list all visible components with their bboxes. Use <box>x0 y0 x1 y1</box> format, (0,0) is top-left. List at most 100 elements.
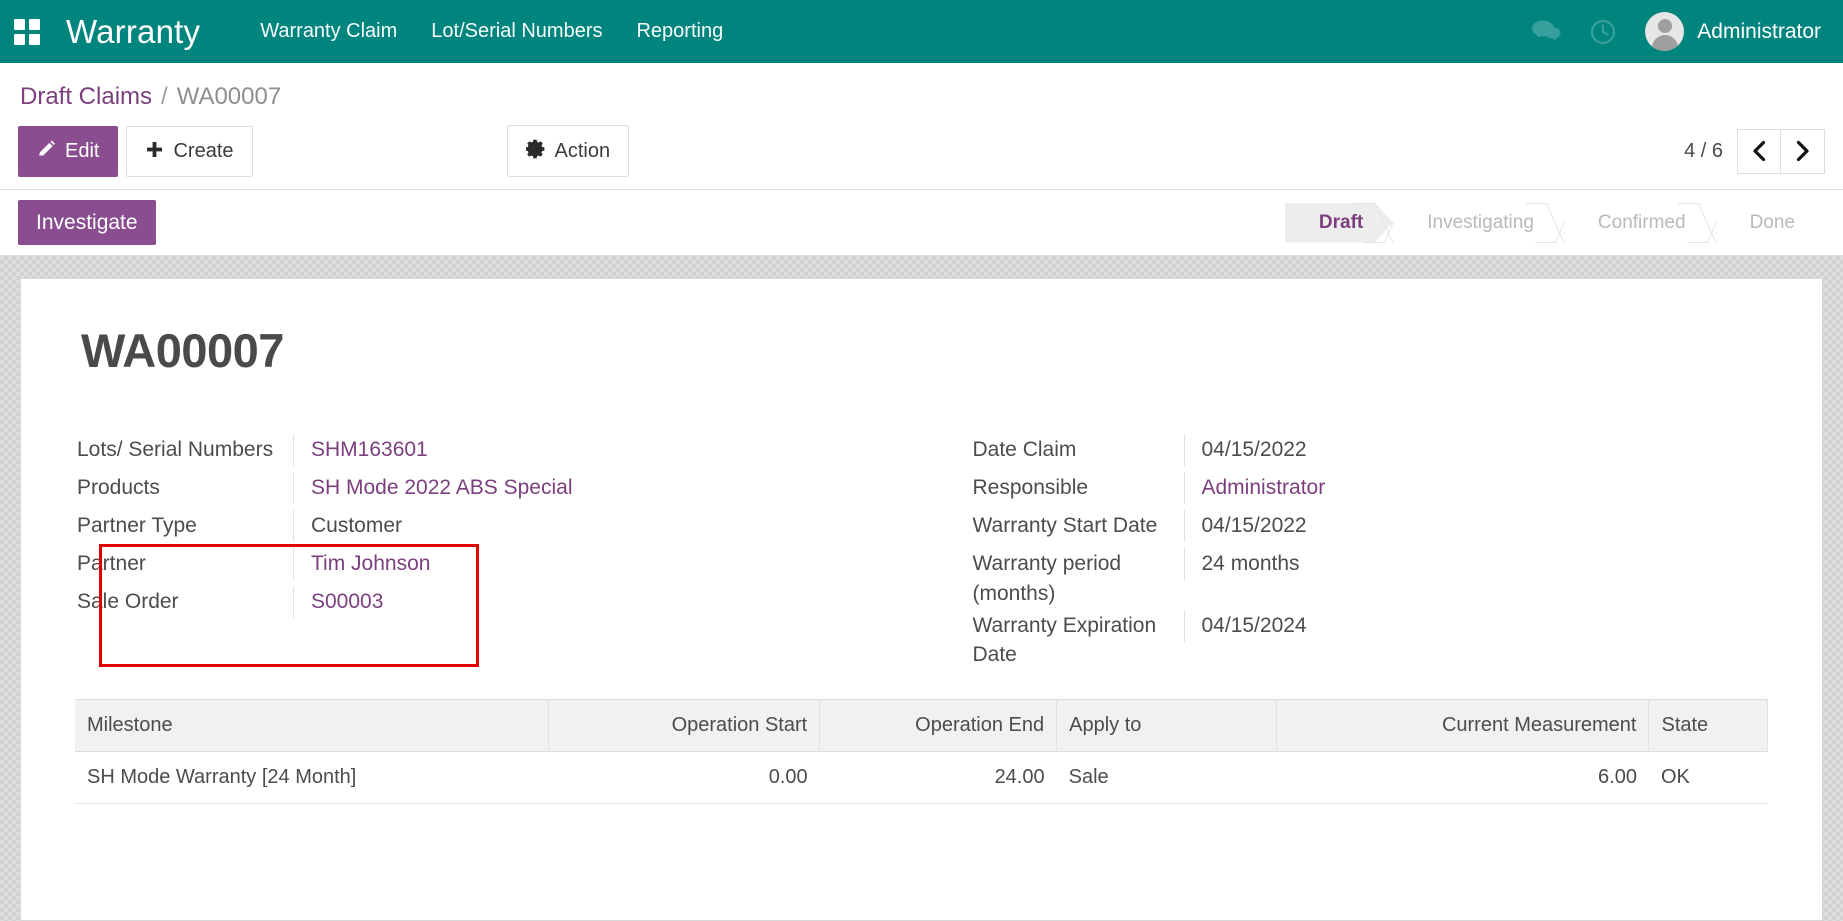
field-value-warranty-expiration-date: 04/15/2024 <box>1184 610 1761 642</box>
field-label-lots-serial-numbers: Lots/ Serial Numbers <box>63 434 293 466</box>
create-button[interactable]: Create <box>126 126 252 177</box>
responsible-link[interactable]: Administrator <box>1202 476 1326 499</box>
sale-order-link[interactable]: S00003 <box>311 590 383 613</box>
form-column-left: Lots/ Serial Numbers SHM163601 Products … <box>63 434 922 671</box>
status-pipeline: Draft Investigating Confirmed Done <box>1285 203 1825 243</box>
top-navbar: Warranty Warranty Claim Lot/Serial Numbe… <box>0 0 1843 63</box>
field-row-responsible: Responsible Administrator <box>959 472 1761 510</box>
breadcrumb: Draft Claims / WA00007 <box>0 63 1843 117</box>
clock-icon[interactable] <box>1589 18 1617 46</box>
field-value-date-claim: 04/15/2022 <box>1184 434 1761 466</box>
field-label-partner: Partner <box>63 548 293 580</box>
column-header-current-measurement[interactable]: Current Measurement <box>1277 700 1649 752</box>
field-value-responsible: Administrator <box>1184 472 1761 504</box>
breadcrumb-current: WA00007 <box>177 83 282 111</box>
field-row-warranty-expiration-date: Warranty Expiration Date 04/15/2024 <box>959 610 1761 672</box>
products-link[interactable]: SH Mode 2022 ABS Special <box>311 476 573 499</box>
field-value-products: SH Mode 2022 ABS Special <box>293 472 902 504</box>
status-bar: Investigate Draft Investigating Confirme… <box>0 189 1843 256</box>
user-name-label: Administrator <box>1697 20 1821 44</box>
navbar-right-group: Administrator <box>1531 12 1821 51</box>
column-header-state[interactable]: State <box>1649 700 1768 752</box>
menu-item-reporting[interactable]: Reporting <box>636 20 723 43</box>
lots-serial-numbers-link[interactable]: SHM163601 <box>311 438 428 461</box>
field-label-warranty-start-date: Warranty Start Date <box>959 510 1184 542</box>
status-stage-done[interactable]: Done <box>1716 203 1825 243</box>
column-header-milestone[interactable]: Milestone <box>75 700 549 752</box>
pager-counter: 4 / 6 <box>1684 140 1723 163</box>
menu-item-lot-serial-numbers[interactable]: Lot/Serial Numbers <box>431 20 602 43</box>
investigate-button[interactable]: Investigate <box>18 200 156 245</box>
field-row-partner: Partner Tim Johnson <box>63 548 902 586</box>
action-button[interactable]: Action <box>507 125 630 177</box>
apps-grid-icon[interactable] <box>14 19 40 45</box>
cell-current-measurement: 6.00 <box>1277 752 1649 804</box>
status-stage-done-label: Done <box>1750 212 1795 234</box>
status-stage-confirmed-label: Confirmed <box>1598 212 1686 234</box>
chevron-right-icon <box>1795 140 1811 162</box>
plus-icon <box>145 140 164 163</box>
form-view-background: WA00007 Lots/ Serial Numbers SHM163601 P… <box>0 256 1843 921</box>
field-row-sale-order: Sale Order S00003 <box>63 586 902 624</box>
avatar <box>1645 12 1684 51</box>
chevron-left-icon <box>1751 140 1767 162</box>
action-button-label: Action <box>555 141 611 161</box>
pager-previous-button[interactable] <box>1737 129 1781 174</box>
field-row-lots-serial-numbers: Lots/ Serial Numbers SHM163601 <box>63 434 902 472</box>
cell-state: OK <box>1649 752 1768 804</box>
app-brand-title[interactable]: Warranty <box>66 13 200 51</box>
table-header-row: Milestone Operation Start Operation End … <box>75 700 1768 752</box>
field-value-lots-serial-numbers: SHM163601 <box>293 434 902 466</box>
field-value-warranty-period: 24 months <box>1184 548 1761 580</box>
column-header-operation-end[interactable]: Operation End <box>820 700 1057 752</box>
field-row-date-claim: Date Claim 04/15/2022 <box>959 434 1761 472</box>
record-action-buttons: Edit Create <box>18 126 253 177</box>
form-sheet: WA00007 Lots/ Serial Numbers SHM163601 P… <box>20 278 1823 921</box>
table-row[interactable]: SH Mode Warranty [24 Month] 0.00 24.00 S… <box>75 752 1768 804</box>
edit-button-label: Edit <box>65 141 99 161</box>
field-row-products: Products SH Mode 2022 ABS Special <box>63 472 902 510</box>
field-label-products: Products <box>63 472 293 504</box>
field-row-partner-type: Partner Type Customer <box>63 510 902 548</box>
page-title: WA00007 <box>81 323 1780 378</box>
field-label-partner-type: Partner Type <box>63 510 293 542</box>
edit-button[interactable]: Edit <box>18 126 118 177</box>
warranty-lines-table-wrapper: Milestone Operation Start Operation End … <box>63 699 1780 804</box>
warranty-lines-table: Milestone Operation Start Operation End … <box>75 699 1768 804</box>
breadcrumb-separator: / <box>161 83 168 111</box>
status-stage-draft-label: Draft <box>1319 212 1363 234</box>
cell-operation-end: 24.00 <box>820 752 1057 804</box>
table-header: Milestone Operation Start Operation End … <box>75 700 1768 752</box>
control-panel-toolbar: Edit Create Action 4 / 6 <box>0 117 1843 189</box>
cell-operation-start: 0.00 <box>549 752 820 804</box>
partner-link[interactable]: Tim Johnson <box>311 552 430 575</box>
field-row-warranty-start-date: Warranty Start Date 04/15/2022 <box>959 510 1761 548</box>
gear-icon <box>526 139 546 163</box>
field-label-warranty-expiration-date: Warranty Expiration Date <box>959 610 1184 672</box>
menu-item-warranty-claim[interactable]: Warranty Claim <box>260 20 397 43</box>
breadcrumb-parent-link[interactable]: Draft Claims <box>20 83 152 111</box>
pencil-icon <box>37 140 56 163</box>
field-row-warranty-period: Warranty period (months) 24 months <box>959 548 1761 610</box>
column-header-apply-to[interactable]: Apply to <box>1057 700 1277 752</box>
field-label-warranty-period: Warranty period (months) <box>959 548 1184 610</box>
field-label-sale-order: Sale Order <box>63 586 293 618</box>
user-menu[interactable]: Administrator <box>1645 12 1821 51</box>
chat-bubble-icon[interactable] <box>1531 19 1561 44</box>
field-label-date-claim: Date Claim <box>959 434 1184 466</box>
field-label-responsible: Responsible <box>959 472 1184 504</box>
status-stage-draft[interactable]: Draft <box>1285 203 1393 243</box>
table-body: SH Mode Warranty [24 Month] 0.00 24.00 S… <box>75 752 1768 804</box>
pager-next-button[interactable] <box>1781 129 1825 174</box>
pager-buttons <box>1737 129 1825 174</box>
status-stage-confirmed[interactable]: Confirmed <box>1564 203 1716 243</box>
form-column-right: Date Claim 04/15/2022 Responsible Admini… <box>922 434 1781 671</box>
record-pager: 4 / 6 <box>1684 129 1825 174</box>
create-button-label: Create <box>173 141 233 161</box>
field-value-partner-type: Customer <box>293 510 902 542</box>
cell-apply-to: Sale <box>1057 752 1277 804</box>
field-value-warranty-start-date: 04/15/2022 <box>1184 510 1761 542</box>
field-value-sale-order: S00003 <box>293 586 902 618</box>
status-stage-investigating[interactable]: Investigating <box>1393 203 1564 243</box>
column-header-operation-start[interactable]: Operation Start <box>549 700 820 752</box>
